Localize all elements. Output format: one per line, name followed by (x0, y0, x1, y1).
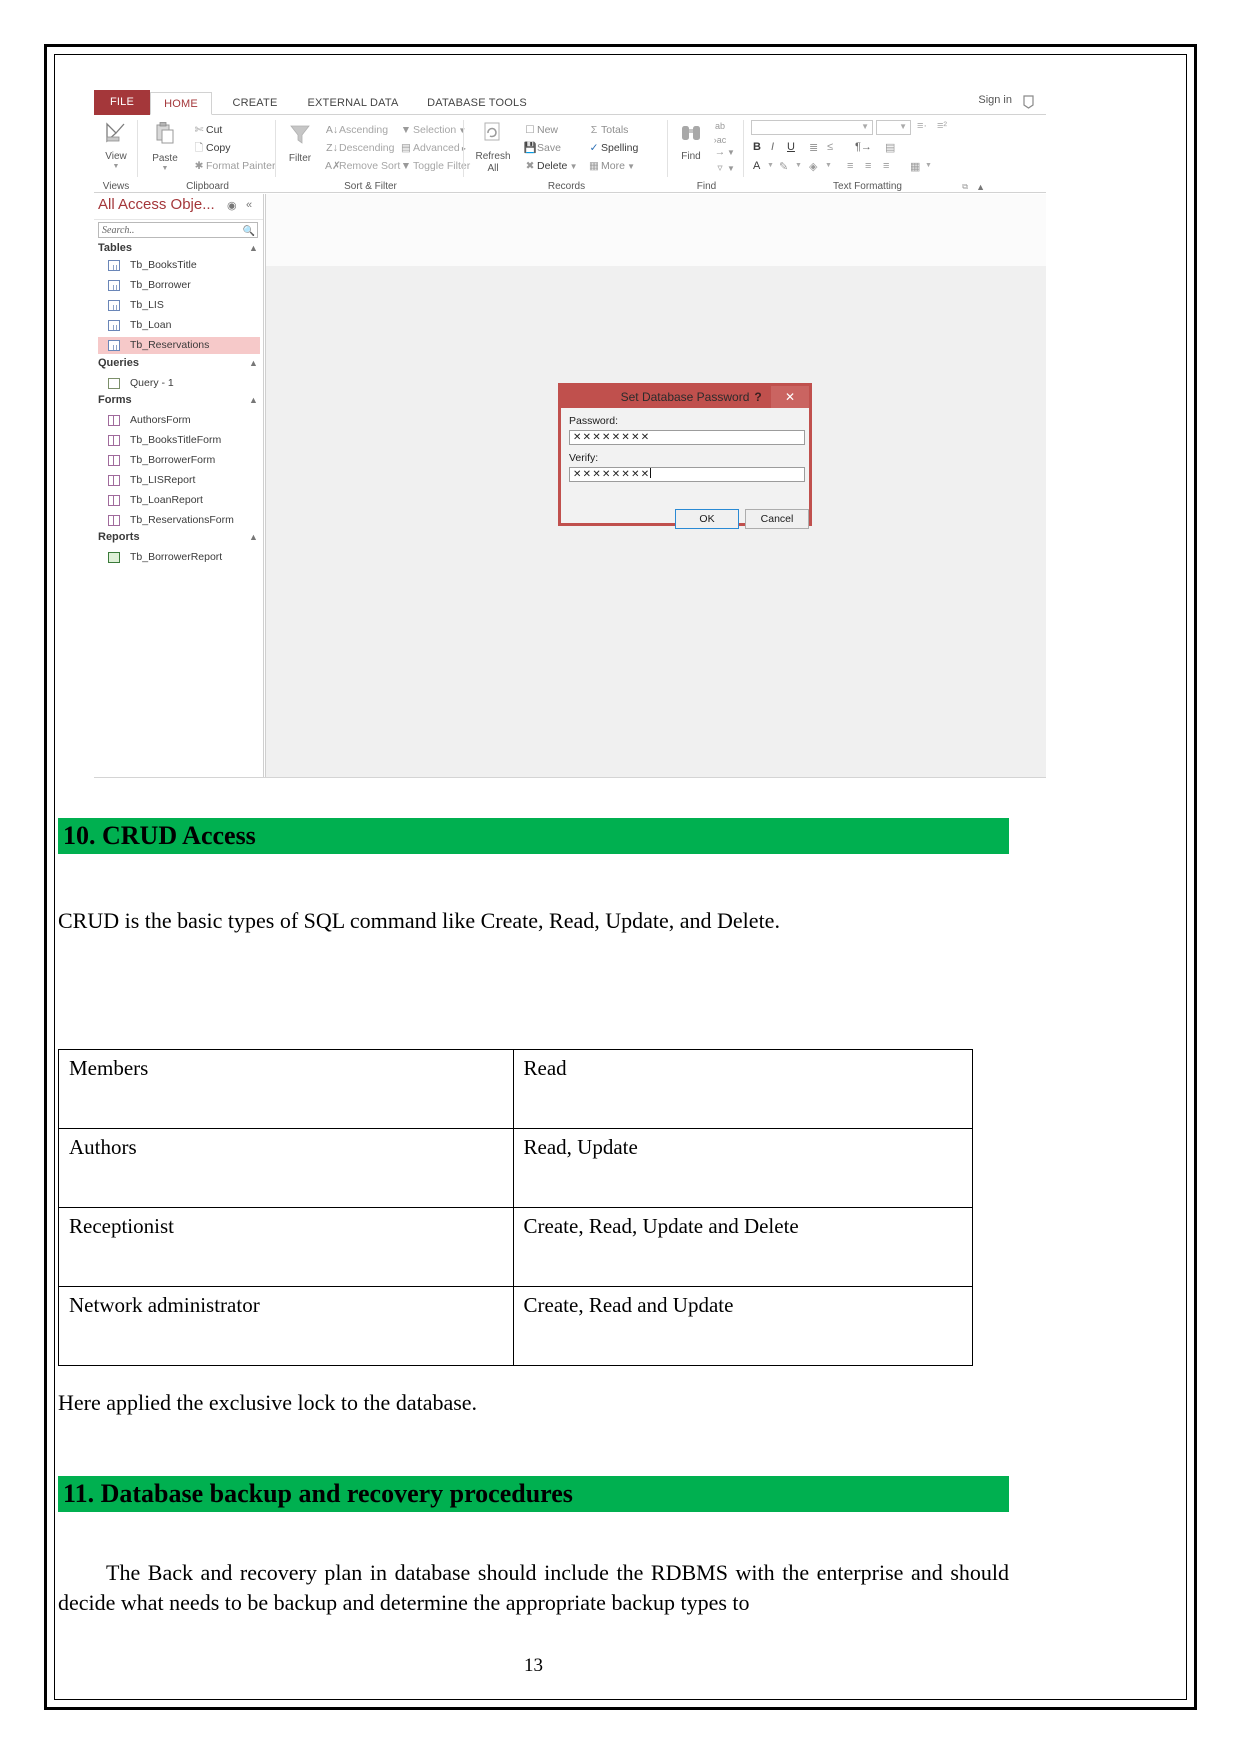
table-row: Network administrator Create, Read and U… (58, 1286, 974, 1366)
page-number: 13 (524, 1655, 543, 1676)
crud-access-table: Members Read Authors Read, Update Recept… (58, 1049, 974, 1366)
crud-intro-paragraph: CRUD is the basic types of SQL command l… (58, 908, 780, 933)
document-body: 10. CRUD Access CRUD is the basic types … (58, 58, 1183, 1696)
role-cell: Authors (58, 1128, 514, 1208)
section-heading-11: 11. Database backup and recovery procedu… (58, 1476, 1009, 1512)
table-row: Members Read (58, 1049, 974, 1129)
table-row: Authors Read, Update (58, 1128, 974, 1208)
table-row: Receptionist Create, Read, Update and De… (58, 1207, 974, 1287)
section-heading-10: 10. CRUD Access (58, 818, 1009, 854)
operations-cell: Read, Update (512, 1128, 974, 1208)
exclusive-lock-note: Here applied the exclusive lock to the d… (58, 1390, 478, 1415)
role-cell: Network administrator (58, 1286, 514, 1366)
operations-cell: Create, Read, Update and Delete (512, 1207, 974, 1287)
tab-home[interactable]: HOME (150, 92, 212, 115)
operations-cell: Read (512, 1049, 974, 1129)
role-cell: Receptionist (58, 1207, 514, 1287)
role-cell: Members (58, 1049, 514, 1129)
operations-cell: Create, Read and Update (512, 1286, 974, 1366)
backup-paragraph: The Back and recovery plan in database s… (58, 1560, 1009, 1615)
